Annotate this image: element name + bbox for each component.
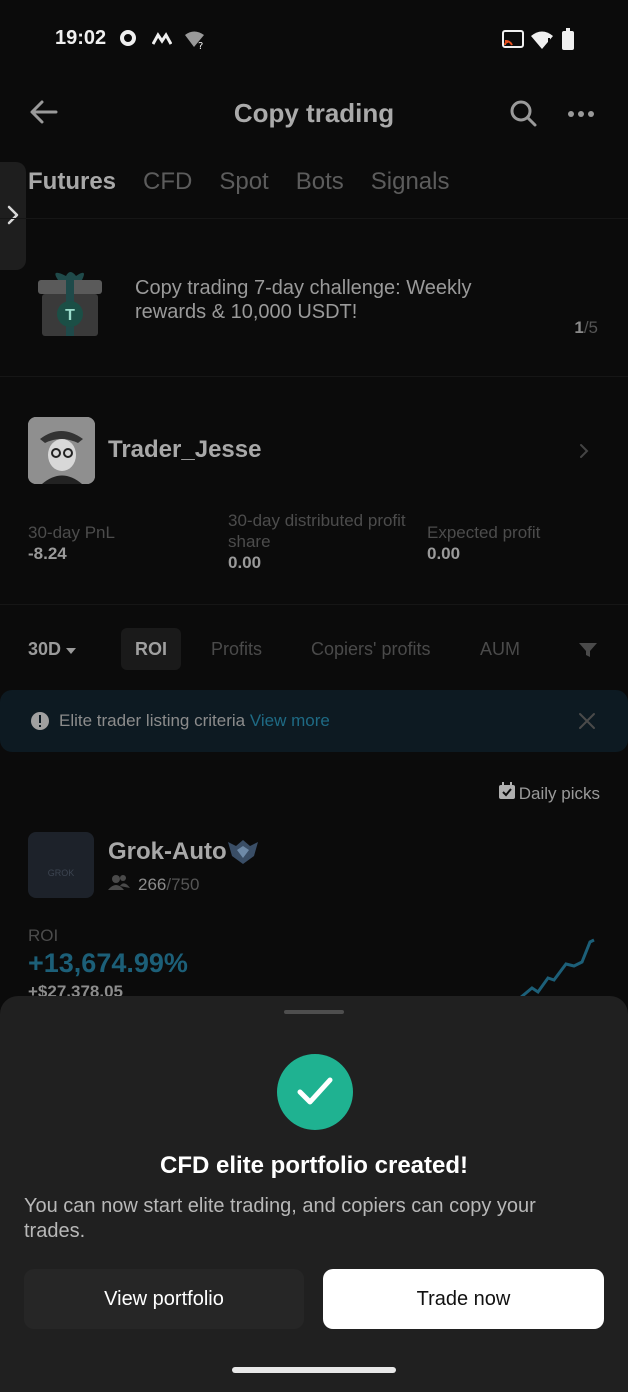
divider <box>0 218 628 219</box>
trader-logo: GROK <box>28 832 94 898</box>
copiers-value: 266 <box>138 874 167 894</box>
trade-now-button[interactable]: Trade now <box>323 1269 604 1329</box>
roi-label: ROI <box>28 926 59 945</box>
my-trader-card[interactable]: Trader_Jesse 30-day PnL -8.24 30-day dis… <box>0 400 628 600</box>
logo-text: GROK <box>47 868 75 878</box>
sort-filter-bar: 30D ROI Profits Copiers' profits AUM <box>0 628 628 672</box>
stat-value: 0.00 <box>427 544 461 563</box>
close-icon[interactable] <box>578 712 596 735</box>
copiers-count: 266/750 <box>108 874 199 895</box>
stat-pnl: 30-day PnL -8.24 <box>28 522 115 564</box>
trader-name: Grok-Auto <box>108 838 227 865</box>
wifi-icon <box>530 30 554 55</box>
divider <box>0 376 628 377</box>
promo-banner[interactable]: T Copy trading 7-day challenge: Weekly r… <box>0 240 628 372</box>
stat-label: 30-day distributed profit share <box>228 511 406 551</box>
sort-aum[interactable]: AUM <box>480 628 520 670</box>
sort-roi[interactable]: ROI <box>121 628 181 670</box>
svg-text:?: ? <box>198 41 203 50</box>
view-portfolio-button[interactable]: View portfolio <box>24 1269 304 1329</box>
roi-sparkline <box>518 934 598 1005</box>
sort-copiers-profits[interactable]: Copiers' profits <box>311 628 430 670</box>
divider <box>0 604 628 605</box>
period-label: 30D <box>28 639 62 659</box>
users-icon <box>108 874 130 895</box>
cast-icon <box>502 30 524 53</box>
battery-icon <box>562 28 574 55</box>
more-icon[interactable] <box>566 100 600 130</box>
search-icon[interactable] <box>508 98 540 130</box>
stat-label: Expected profit <box>427 523 541 542</box>
period-dropdown[interactable]: 30D <box>28 628 77 670</box>
stat-expected-profit: Expected profit 0.00 <box>427 522 540 564</box>
notice-text: Elite trader listing criteria View more <box>59 711 330 731</box>
banner-pager: 1/5 <box>574 318 598 338</box>
daily-picks-button[interactable]: Daily picks <box>498 782 600 805</box>
elite-criteria-notice: Elite trader listing criteria View more <box>0 690 628 752</box>
pager-total: /5 <box>583 318 598 337</box>
sheet-grabber[interactable] <box>284 1010 344 1014</box>
elite-badge-icon <box>226 838 260 871</box>
roi-value: +13,674.99% <box>28 948 188 978</box>
chevron-right-icon <box>578 442 590 465</box>
gear-icon <box>118 28 138 53</box>
calendar-check-icon <box>498 782 516 805</box>
stat-value: 0.00 <box>228 553 262 572</box>
tab-bots[interactable]: Bots <box>296 162 344 202</box>
stat-profit-share: 30-day distributed profit share 0.00 <box>228 510 408 573</box>
gift-box-icon: T <box>36 266 104 338</box>
sheet-title: CFD elite portfolio created! <box>159 1152 469 1179</box>
trader-name: Trader_Jesse <box>108 436 262 463</box>
success-bottom-sheet: CFD elite portfolio created! You can now… <box>0 996 628 1392</box>
app-header: Copy trading <box>0 80 628 146</box>
daily-picks-label: Daily picks <box>518 783 600 803</box>
status-bar: 19:02 ? <box>0 0 628 80</box>
sheet-description: You can now start elite trading, and cop… <box>24 1195 536 1242</box>
filter-funnel-icon[interactable] <box>578 628 598 670</box>
tab-cfd[interactable]: CFD <box>143 162 192 202</box>
pager-current: 1 <box>574 318 584 337</box>
home-indicator[interactable] <box>232 1367 396 1373</box>
tab-signals[interactable]: Signals <box>371 162 450 202</box>
screen: 19:02 ? Copy trading Futures CFD Spot Bo… <box>0 0 628 1392</box>
success-check-icon <box>277 1054 353 1130</box>
caret-down-icon <box>66 639 77 659</box>
notice-label: Elite trader listing criteria <box>59 711 246 730</box>
svg-text:T: T <box>65 307 75 324</box>
tab-futures[interactable]: Futures <box>28 162 116 202</box>
trader-list-card[interactable]: GROK Grok-Auto 266/750 ROI +13,674.99% +… <box>0 830 628 1010</box>
banner-text: Copy trading 7-day challenge: Weekly rew… <box>135 277 472 323</box>
view-more-link[interactable]: View more <box>250 711 330 730</box>
category-tabs: Futures CFD Spot Bots Signals <box>28 162 476 202</box>
copiers-capacity: /750 <box>166 874 200 894</box>
stat-label: 30-day PnL <box>28 523 115 542</box>
app-icon <box>151 32 173 51</box>
status-time: 19:02 <box>55 27 107 49</box>
stat-value: -8.24 <box>28 544 67 563</box>
sort-profits[interactable]: Profits <box>211 628 262 670</box>
wifi-question-icon: ? <box>184 30 206 55</box>
avatar <box>28 417 95 484</box>
tab-spot[interactable]: Spot <box>219 162 268 202</box>
info-icon <box>30 711 50 736</box>
